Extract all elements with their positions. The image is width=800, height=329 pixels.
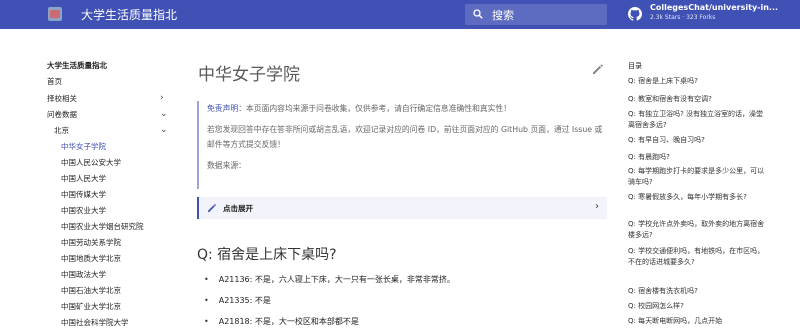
- search-placeholder: 搜索: [492, 9, 514, 22]
- sidebar-item[interactable]: 中国农业大学烟台研究院: [61, 221, 144, 232]
- disclaimer-label: 免责声明: [207, 104, 239, 113]
- site-title[interactable]: 大学生活质量指北: [81, 6, 177, 23]
- repo-name[interactable]: CollegesChat/university-in...: [650, 3, 778, 12]
- toc-item[interactable]: Q: 宿舍楼有洗衣机吗?: [628, 286, 768, 297]
- toc-item[interactable]: Q: 有晨跑吗?: [628, 152, 768, 163]
- edit-icon[interactable]: [592, 63, 604, 75]
- search-input[interactable]: 搜索: [465, 4, 607, 25]
- toc-item[interactable]: Q: 教室和宿舍有没有空调?: [628, 94, 768, 105]
- chevron-right-icon[interactable]: ›: [160, 93, 164, 103]
- disclaimer-notice: 免责声明：本页面内容均来源于问卷收集，仅供参考，请自行确定信息准确性和真实性！ …: [197, 101, 607, 189]
- answer-item: A21136: 不是，六人寝上下床，大一只有一张长桌，非常非常挤。: [204, 274, 455, 285]
- report-paragraph: 若您发现回答中存在答非所问或胡言乱语，欢迎记录对应的问卷 ID，前往页面对应的 …: [207, 125, 603, 149]
- pencil-icon: [208, 204, 216, 212]
- chevron-down-icon[interactable]: ⌄: [160, 125, 168, 135]
- sidebar-item-school-selection[interactable]: 择校相关: [47, 93, 77, 104]
- sidebar-item[interactable]: 中国人民大学: [61, 173, 106, 184]
- sidebar-title: 大学生活质量指北: [47, 61, 107, 70]
- chevron-down-icon[interactable]: ⌄: [160, 109, 168, 119]
- sidebar-item-home[interactable]: 首页: [47, 76, 62, 87]
- toc-item[interactable]: Q: 有独立卫浴吗? 没有独立浴室的话，澡堂离宿舍多远?: [628, 109, 768, 131]
- question-heading: Q: 宿舍是上床下桌吗?: [197, 247, 337, 263]
- toc-item[interactable]: Q: 每学期跑步打卡的要求是多少公里，可以骑车吗?: [628, 166, 768, 188]
- sidebar-item-survey-data[interactable]: 问卷数据: [47, 109, 77, 120]
- answer-item: A21335: 不是: [204, 295, 271, 306]
- sidebar-item[interactable]: 中国农业大学: [61, 205, 106, 216]
- toc-item[interactable]: Q: 寒暑假放多久，每年小学期有多长?: [628, 192, 768, 203]
- github-icon[interactable]: [628, 7, 642, 21]
- expand-collapse-panel[interactable]: 点击展开 ›: [197, 197, 607, 219]
- toc-item[interactable]: Q: 每天断电断网吗，几点开始: [628, 316, 768, 327]
- sidebar-item[interactable]: 中国矿业大学北京: [61, 301, 121, 312]
- top-header: 大学生活质量指北 搜索 CollegesChat/university-in..…: [0, 0, 800, 29]
- sidebar-item[interactable]: 中国传媒大学: [61, 189, 106, 200]
- sidebar-item-beijing[interactable]: 北京: [54, 125, 69, 136]
- expand-label: 点击展开: [223, 204, 253, 213]
- sidebar-item[interactable]: 中国政法大学: [61, 269, 106, 280]
- disclaimer-text: ：本页面内容均来源于问卷收集，仅供参考，请自行确定信息准确性和真实性！: [238, 104, 512, 113]
- sidebar-item[interactable]: 中国人民公安大学: [61, 157, 121, 168]
- sidebar-item[interactable]: 中国石油大学北京: [61, 285, 121, 296]
- source-paragraph: 数据来源：: [207, 161, 246, 170]
- site-logo-icon[interactable]: [48, 7, 62, 21]
- sidebar-item[interactable]: 中国地质大学北京: [61, 253, 121, 264]
- disclaimer-paragraph: 免责声明：本页面内容均来源于问卷收集，仅供参考，请自行确定信息准确性和真实性！: [207, 101, 607, 116]
- toc-item[interactable]: Q: 有早自习、晚自习吗?: [628, 135, 768, 146]
- toc-title: 目录: [628, 62, 642, 70]
- repo-stats: 2.3k Stars · 323 Forks: [650, 14, 716, 21]
- toc-item[interactable]: Q: 学校允许点外卖吗，取外卖的地方离宿舍楼多远?: [628, 219, 768, 241]
- toc-item[interactable]: Q: 学校交通便利吗，有地铁吗，在市区吗，不在的话进城要多久?: [628, 246, 768, 268]
- sidebar-item[interactable]: 中国劳动关系学院: [61, 237, 121, 248]
- page-title: 中华女子学院: [198, 65, 300, 85]
- sidebar-item[interactable]: 中国社会科学院大学: [61, 317, 129, 328]
- answer-item: A21818: 不是，大一校区和本部都不是: [204, 316, 359, 327]
- toc-item[interactable]: Q: 校园网怎么样?: [628, 301, 768, 312]
- search-icon: [473, 9, 483, 19]
- chevron-right-icon: ›: [595, 201, 599, 212]
- toc-item[interactable]: Q: 宿舍是上床下桌吗?: [628, 76, 768, 87]
- sidebar-item-active[interactable]: 中华女子学院: [61, 141, 106, 152]
